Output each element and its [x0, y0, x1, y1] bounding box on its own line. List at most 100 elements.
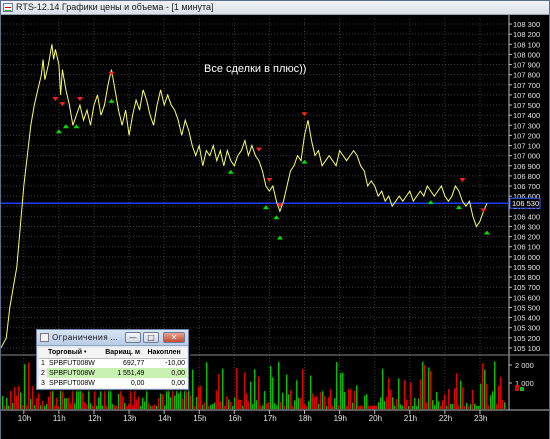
volume-bar: [270, 366, 272, 409]
volume-bar: [430, 370, 432, 409]
volume-bar: [324, 395, 326, 409]
volume-bar: [202, 404, 204, 409]
volume-bar: [496, 404, 498, 409]
volume-bar: [408, 406, 410, 409]
volume-bar: [390, 389, 392, 409]
volume-bar: [116, 405, 118, 409]
volume-bar: [384, 401, 386, 409]
volume-bar: [340, 373, 342, 409]
account-cell: SPBFUT008W: [47, 368, 105, 378]
volume-bar: [36, 397, 38, 409]
volume-bar: [194, 405, 196, 409]
volume-bar: [70, 403, 72, 409]
limits-title-bar[interactable]: Ограничения ... — □ ✕: [37, 330, 188, 346]
volume-bar: [148, 403, 150, 409]
title-bar[interactable]: RTS-12.14 Графики цены и объема - [1 мин…: [1, 1, 549, 15]
price-tick-label: 105 100: [513, 344, 540, 353]
volume-bar: [448, 389, 450, 409]
column-account[interactable]: Торговый •: [47, 348, 105, 359]
volume-bar: [414, 397, 416, 409]
price-tick-label: 107 900: [513, 61, 540, 70]
volume-bar: [404, 379, 406, 409]
volume-bar: [360, 405, 362, 409]
volume-bar: [466, 402, 468, 409]
volume-bar: [206, 362, 208, 409]
price-tick-label: 105 200: [513, 334, 540, 343]
price-tick-label: 106 900: [513, 162, 540, 171]
volume-bar: [474, 403, 476, 409]
volume-bar: [24, 364, 26, 409]
volume-bar: [208, 405, 210, 409]
volume-bar: [32, 385, 34, 409]
price-tick-label: 108 200: [513, 30, 540, 39]
time-tick-label: 11h: [53, 414, 66, 423]
volume-bar: [134, 388, 136, 409]
volume-bar: [240, 399, 242, 409]
column-accumulated[interactable]: Накоплен: [146, 348, 187, 359]
volume-bar: [128, 404, 130, 409]
volume-bar: [288, 394, 290, 409]
volume-bar: [64, 398, 66, 409]
volume-bar: [318, 403, 320, 409]
price-tick-label: 105 700: [513, 283, 540, 292]
volume-bar: [358, 405, 360, 409]
volume-bar: [42, 401, 44, 409]
volume-bar: [328, 397, 330, 409]
volume-bar: [272, 377, 274, 409]
volume-bar: [462, 387, 464, 409]
volume-bar: [178, 393, 180, 409]
volume-bar: [438, 401, 440, 409]
volume-bar: [484, 369, 486, 409]
status-bar: [1, 428, 549, 439]
volume-bar: [342, 372, 344, 409]
accumulated-cell: 0,00: [146, 368, 187, 378]
volume-bar: [490, 395, 492, 409]
volume-bar: [482, 363, 484, 409]
volume-bar: [352, 402, 354, 409]
table-row[interactable]: 1 SPBFUT008W 692,77 -10,00: [39, 358, 187, 368]
volume-bar: [316, 396, 318, 409]
volume-bar: [154, 404, 156, 409]
volume-bar: [334, 398, 336, 409]
volume-bar: [380, 397, 382, 409]
close-button[interactable]: ✕: [163, 332, 185, 343]
table-row[interactable]: 3 SPBFUT008W 0,00 0,00: [39, 378, 187, 388]
volume-bar: [418, 398, 420, 409]
volume-bar: [294, 400, 296, 409]
volume-bar: [280, 401, 282, 409]
volume-bar: [278, 361, 280, 409]
volume-bar: [4, 405, 6, 409]
annotation-text: Все сделки в плюс)): [204, 63, 307, 75]
volume-bar: [350, 388, 352, 409]
volume-bar: [224, 405, 226, 409]
volume-bar: [20, 392, 22, 409]
price-tick-label: 108 000: [513, 50, 540, 59]
volume-bar: [332, 405, 334, 409]
volume-bar: [412, 405, 414, 409]
column-variation[interactable]: Вариац. м: [104, 348, 147, 359]
table-row[interactable]: 2 SPBFUT008W 1 551,49 0,00: [39, 368, 187, 378]
volume-bar: [164, 405, 166, 409]
volume-bar: [98, 397, 100, 409]
volume-bar: [480, 383, 482, 409]
volume-bar: [470, 404, 472, 409]
volume-bar: [102, 405, 104, 409]
volume-bar: [460, 380, 462, 409]
accumulated-cell: 0,00: [146, 378, 187, 388]
volume-bar: [504, 402, 506, 409]
volume-bar: [26, 405, 28, 409]
price-tick-label: 108 100: [513, 40, 540, 49]
volume-bar: [38, 393, 40, 409]
volume-bar: [44, 405, 46, 409]
volume-bar: [394, 405, 396, 409]
volume-bar: [326, 406, 328, 409]
volume-bar: [58, 405, 60, 409]
volume-bar: [432, 400, 434, 409]
column-index[interactable]: [39, 348, 47, 359]
limits-header-row: Торговый • Вариац. м Накоплен: [39, 348, 187, 359]
minimize-button[interactable]: —: [125, 332, 141, 343]
price-tick-label: 105 300: [513, 324, 540, 333]
volume-bar: [180, 388, 182, 409]
maximize-button[interactable]: □: [143, 332, 159, 343]
limits-window[interactable]: Ограничения ... — □ ✕ Торговый • Вариац.…: [36, 329, 189, 390]
